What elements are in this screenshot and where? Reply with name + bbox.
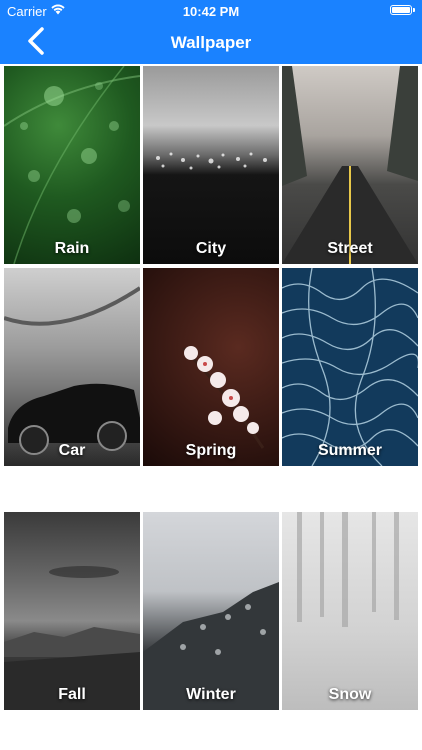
wallpaper-label: Summer <box>317 442 383 459</box>
wallpaper-label: Spring <box>185 442 237 459</box>
car-thumbnail <box>4 286 140 455</box>
rain-thumbnail <box>4 66 140 264</box>
wallpaper-tile-snow[interactable]: Snow <box>282 512 418 710</box>
wallpaper-tile-city[interactable]: City <box>143 66 279 264</box>
clock: 10:42 PM <box>182 4 240 19</box>
wallpaper-label: Street <box>327 240 373 257</box>
wallpaper-tile-rain[interactable]: Rain <box>4 66 140 264</box>
wallpaper-tile-car[interactable]: Car <box>4 268 140 466</box>
wallpaper-label: Car <box>58 442 86 459</box>
winter-thumbnail <box>143 582 279 710</box>
wallpaper-label: Snow <box>328 686 372 703</box>
summer-thumbnail <box>282 268 418 466</box>
wallpaper-label: Fall <box>58 686 86 703</box>
wallpaper-tile-spring[interactable]: Spring <box>143 268 279 466</box>
spring-thumbnail <box>181 346 265 449</box>
navigation-bar: Carrier 10:42 PM Wallpaper <box>0 0 422 64</box>
wallpaper-tile-summer[interactable]: Summer <box>282 268 418 466</box>
wallpaper-tile-winter[interactable]: Winter <box>143 512 279 710</box>
status-bar: Carrier 10:42 PM <box>0 0 422 22</box>
wallpaper-label: City <box>195 240 227 257</box>
street-thumbnail <box>282 66 418 264</box>
wallpaper-grid: Rain City Street Car Spring Summer Fall … <box>0 64 422 750</box>
page-title: Wallpaper <box>170 33 252 52</box>
fall-thumbnail <box>4 566 140 710</box>
wallpaper-tile-fall[interactable]: Fall <box>4 512 140 710</box>
wallpaper-label: Winter <box>186 686 236 703</box>
snow-thumbnail <box>297 512 399 627</box>
battery-icon <box>390 5 415 15</box>
wallpaper-label: Rain <box>54 240 90 257</box>
wallpaper-tile-street[interactable]: Street <box>282 66 418 264</box>
city-thumbnail <box>156 152 267 170</box>
